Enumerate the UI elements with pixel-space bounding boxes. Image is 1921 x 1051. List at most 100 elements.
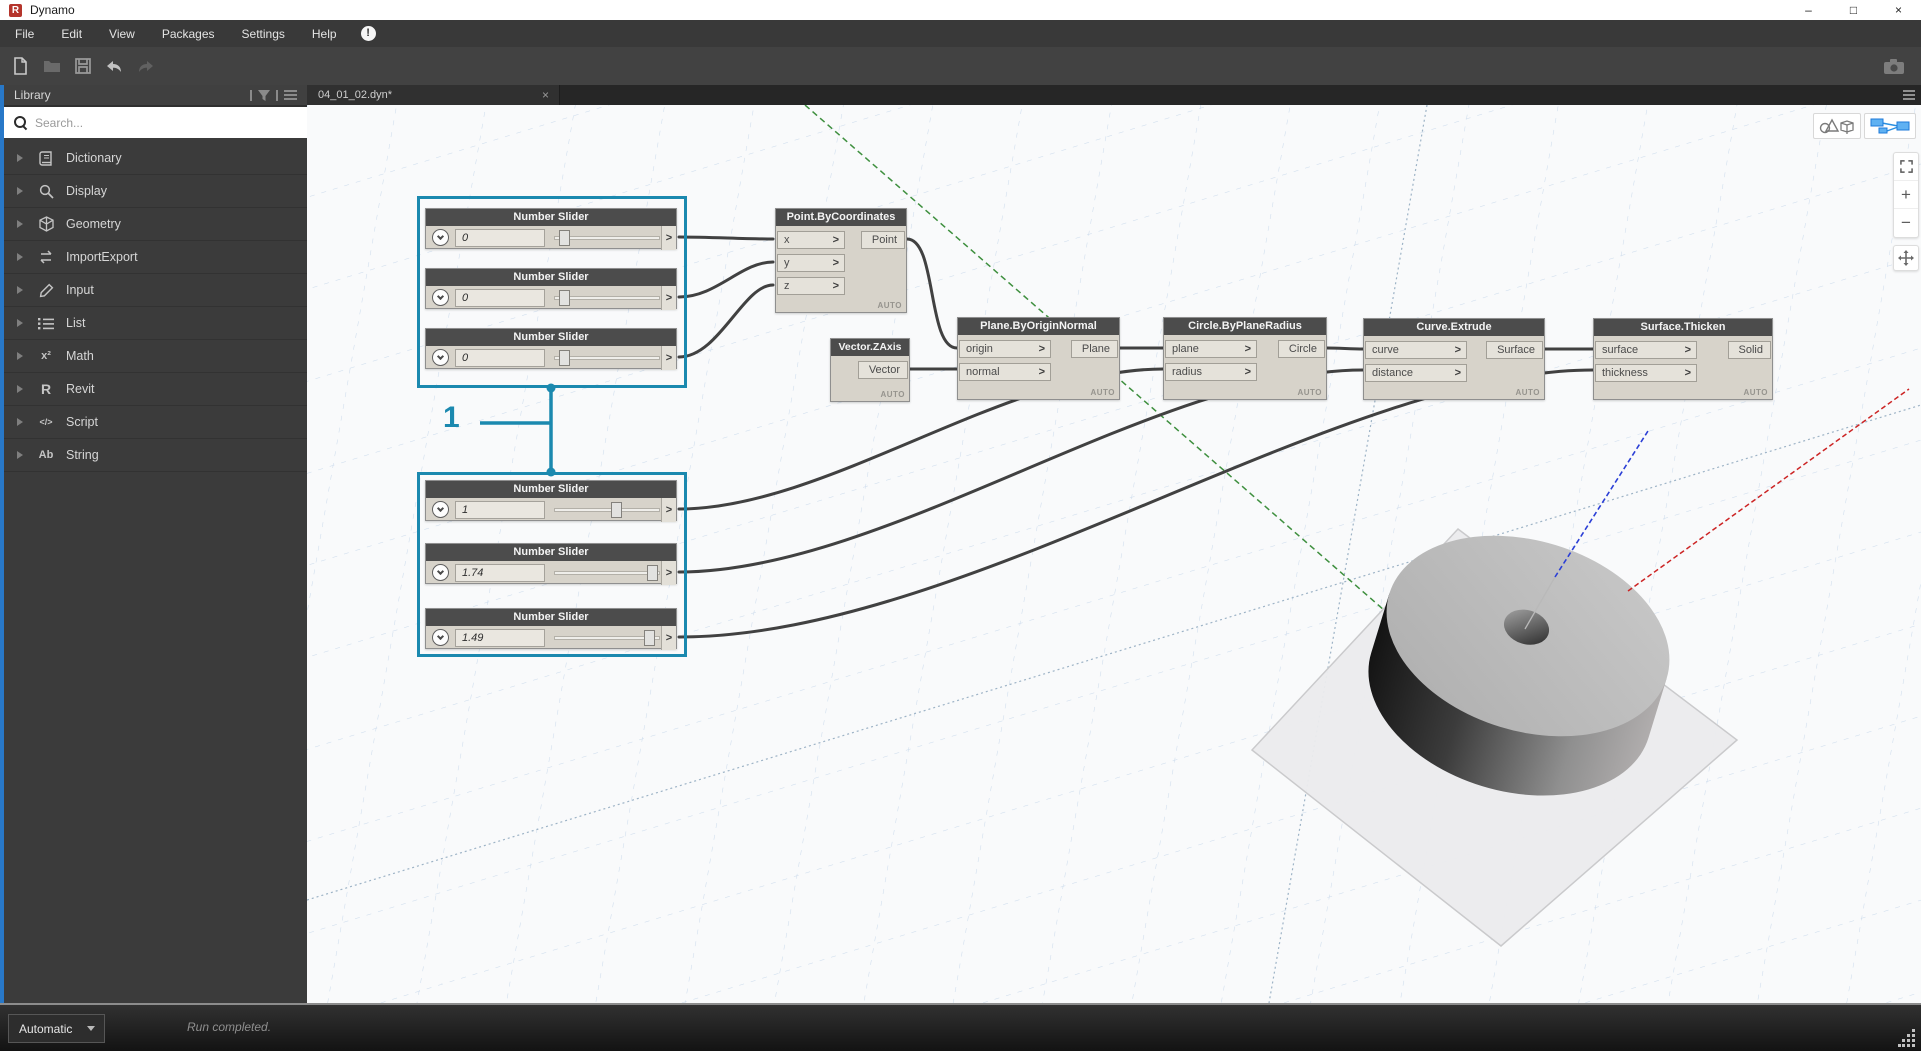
expand-arrow-icon[interactable] [17,253,23,261]
sidebar-item-display[interactable]: Display [4,175,307,208]
chevron-down-icon[interactable] [432,229,449,246]
slider-handle[interactable] [647,565,658,581]
slider-value-input[interactable]: 1.49 [455,629,545,647]
sidebar-item-list[interactable]: List [4,307,307,340]
output-port[interactable]: > [661,286,676,310]
filter-funnel-icon[interactable] [258,90,270,101]
slider-track[interactable] [554,636,660,640]
number-slider-node[interactable]: Number Slider 0 > [425,268,677,309]
number-slider-node[interactable]: Number Slider 0 > [425,208,677,249]
slider-track[interactable] [554,356,660,360]
node-title[interactable]: Number Slider [426,481,676,498]
node-title[interactable]: Circle.ByPlaneRadius [1164,318,1326,335]
output-port[interactable]: Circle [1278,340,1325,358]
sidebar-item-math[interactable]: x² Math [4,340,307,373]
sidebar-item-script[interactable]: </> Script [4,406,307,439]
slider-value-input[interactable]: 0 [455,349,545,367]
tabbar-menu-icon[interactable] [1903,90,1915,100]
number-slider-node[interactable]: Number Slider 0 > [425,328,677,369]
slider-value-input[interactable]: 0 [455,289,545,307]
slider-value-input[interactable]: 1.74 [455,564,545,582]
node-title[interactable]: Number Slider [426,544,676,561]
sidebar-item-revit[interactable]: R Revit [4,373,307,406]
output-port[interactable]: > [661,226,676,250]
expand-arrow-icon[interactable] [17,451,23,459]
close-button[interactable]: × [1876,0,1921,20]
input-port[interactable]: normal> [959,363,1051,381]
zoom-out-button[interactable]: − [1894,209,1918,237]
layout-list-icon[interactable] [284,90,297,101]
redo-icon[interactable] [137,59,155,74]
node-point-bycoordinates[interactable]: Point.ByCoordinates x> y> z> Point AUTO [775,208,907,313]
sidebar-item-importexport[interactable]: ImportExport [4,241,307,274]
input-port[interactable]: plane> [1165,340,1257,358]
input-port[interactable]: z> [777,277,845,295]
expand-arrow-icon[interactable] [17,352,23,360]
notifications-icon[interactable]: ! [361,26,376,41]
geometry-view-button[interactable] [1813,113,1861,139]
maximize-button[interactable]: □ [1831,0,1876,20]
graph-view-button[interactable] [1864,113,1916,139]
node-title[interactable]: Point.ByCoordinates [776,209,906,226]
input-port[interactable]: surface> [1595,341,1697,359]
pan-button[interactable] [1893,245,1919,271]
wire[interactable] [1327,348,1363,349]
sidebar-item-string[interactable]: Ab String [4,439,307,472]
node-title[interactable]: Curve.Extrude [1364,319,1544,336]
save-icon[interactable] [75,58,91,74]
output-port[interactable]: > [661,498,676,522]
number-slider-node[interactable]: Number Slider 1 > [425,480,677,521]
output-port[interactable]: Vector [858,361,908,379]
chevron-down-icon[interactable] [432,501,449,518]
node-surface-thicken[interactable]: Surface.Thicken surface> thickness> Soli… [1593,318,1773,400]
sidebar-item-dictionary[interactable]: Dictionary [4,142,307,175]
node-title[interactable]: Number Slider [426,209,676,226]
slider-track[interactable] [554,296,660,300]
output-port[interactable]: > [661,626,676,650]
input-port[interactable]: radius> [1165,363,1257,381]
number-slider-node[interactable]: Number Slider 1.49 > [425,608,677,649]
node-title[interactable]: Plane.ByOriginNormal [958,318,1119,335]
new-file-icon[interactable] [12,57,29,75]
menu-settings[interactable]: Settings [242,27,285,41]
node-title[interactable]: Surface.Thicken [1594,319,1772,336]
output-port[interactable]: Surface [1486,341,1543,359]
expand-arrow-icon[interactable] [17,220,23,228]
menu-help[interactable]: Help [312,27,337,41]
input-port[interactable]: y> [777,254,845,272]
input-port[interactable]: x> [777,231,845,249]
expand-arrow-icon[interactable] [17,286,23,294]
chevron-down-icon[interactable] [432,564,449,581]
slider-handle[interactable] [644,630,655,646]
expand-arrow-icon[interactable] [17,319,23,327]
node-vector-zaxis[interactable]: Vector.ZAxis Vector AUTO [830,338,910,402]
slider-handle[interactable] [559,350,570,366]
output-port[interactable]: > [661,561,676,585]
camera-icon[interactable] [1883,58,1905,75]
output-port[interactable]: Plane [1071,340,1118,358]
expand-arrow-icon[interactable] [17,418,23,426]
menu-edit[interactable]: Edit [61,27,82,41]
slider-handle[interactable] [559,230,570,246]
input-port[interactable]: distance> [1365,364,1467,382]
slider-value-input[interactable]: 0 [455,229,545,247]
fit-view-button[interactable] [1894,153,1918,181]
sidebar-item-input[interactable]: Input [4,274,307,307]
minimize-button[interactable]: – [1786,0,1831,20]
number-slider-node[interactable]: Number Slider 1.74 > [425,543,677,584]
resize-grip[interactable] [1898,1029,1916,1047]
input-port[interactable]: origin> [959,340,1051,358]
node-title[interactable]: Number Slider [426,329,676,346]
slider-track[interactable] [554,571,660,575]
chevron-down-icon[interactable] [432,349,449,366]
menu-file[interactable]: File [15,27,34,41]
expand-arrow-icon[interactable] [17,154,23,162]
tab-04-01-02[interactable]: 04_01_02.dyn* × [307,85,560,105]
sidebar-item-geometry[interactable]: Geometry [4,208,307,241]
run-mode-dropdown[interactable]: Automatic [8,1014,105,1043]
input-port[interactable]: thickness> [1595,364,1697,382]
slider-handle[interactable] [559,290,570,306]
node-title[interactable]: Number Slider [426,609,676,626]
expand-arrow-icon[interactable] [17,385,23,393]
input-port[interactable]: curve> [1365,341,1467,359]
